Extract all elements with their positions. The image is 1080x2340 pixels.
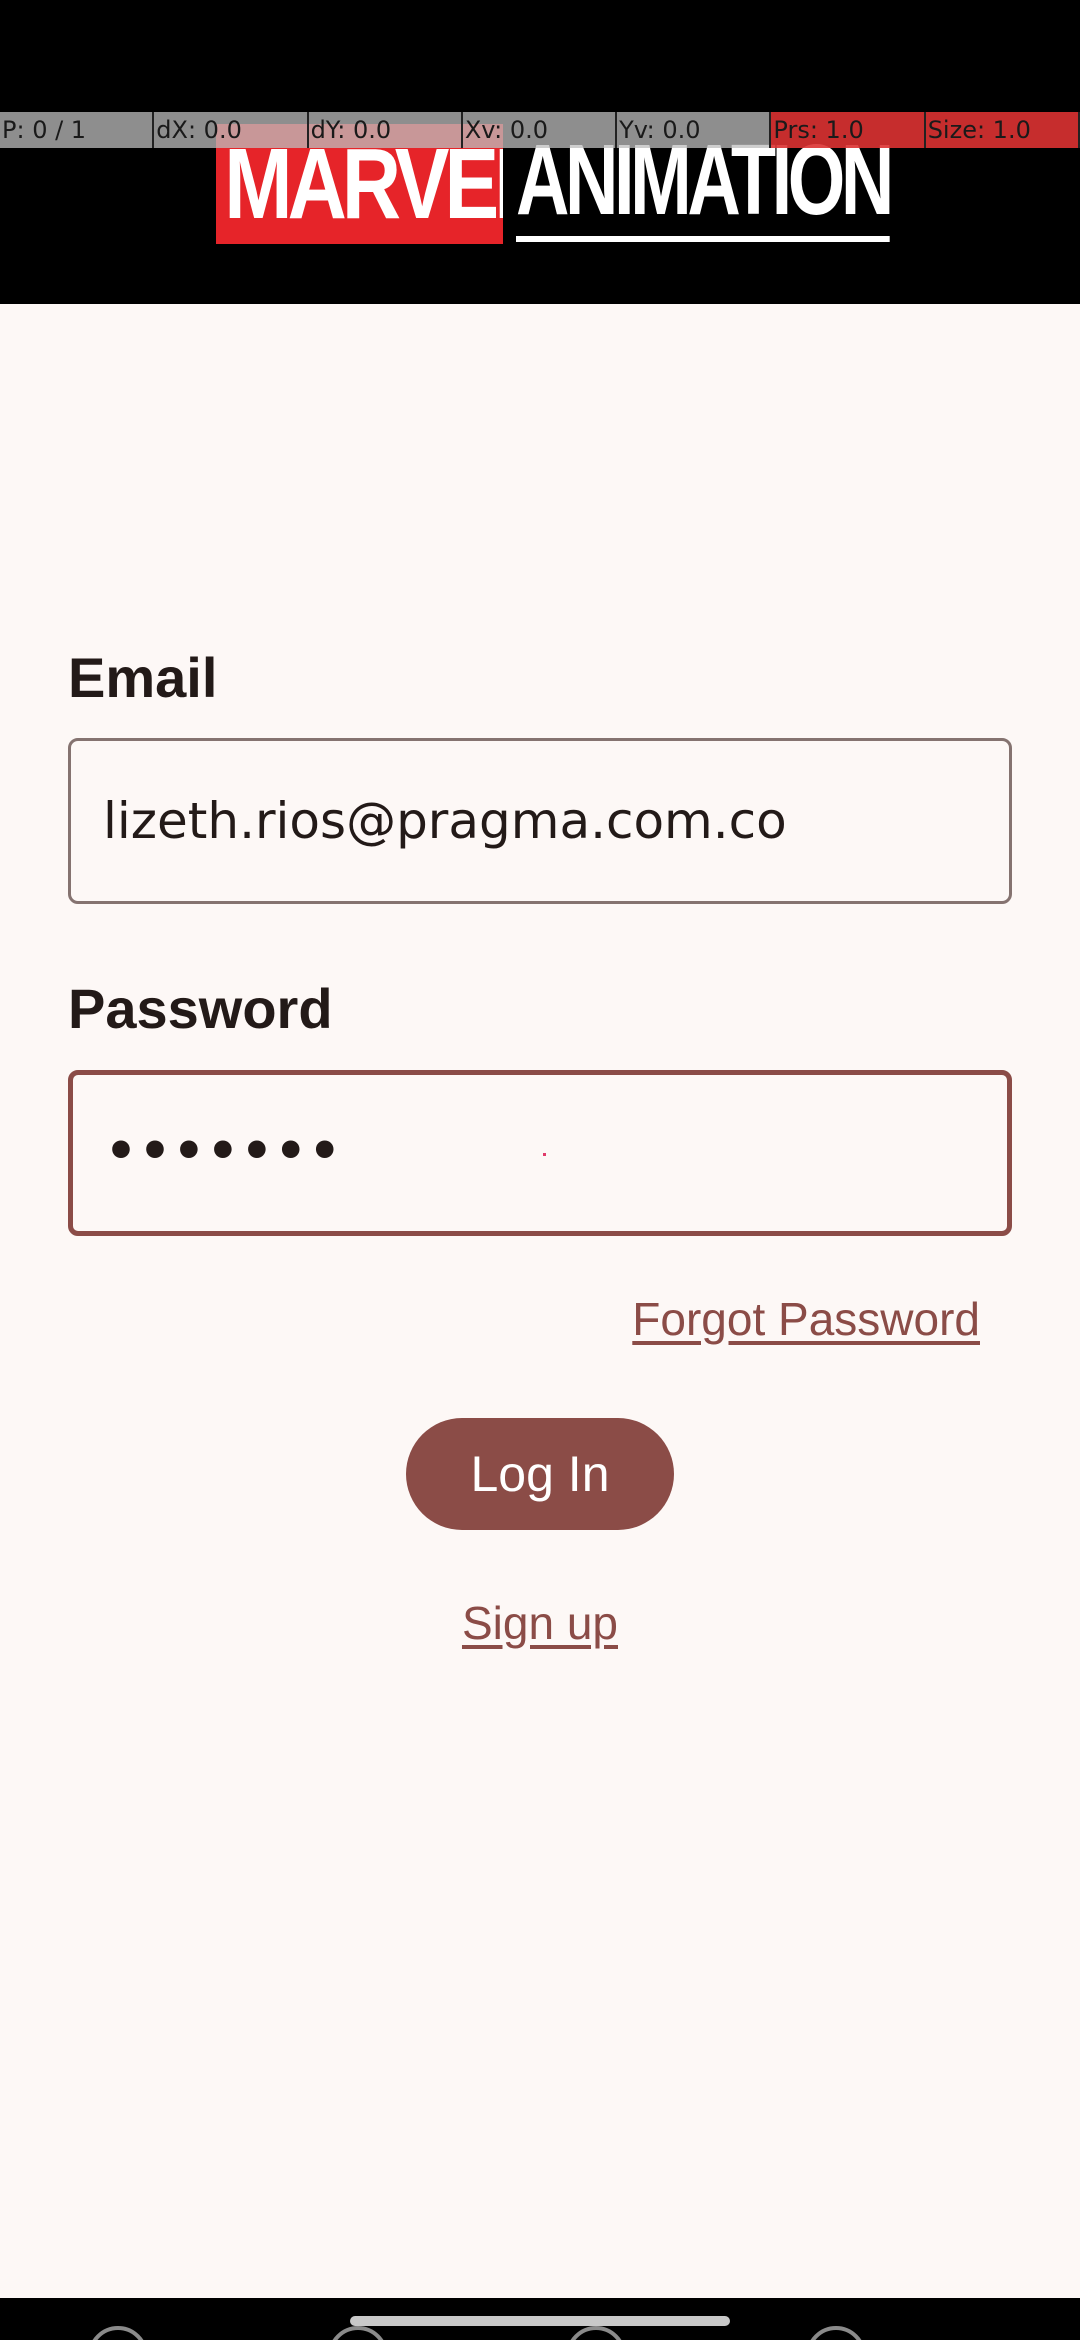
nav-partial-icon — [806, 2326, 866, 2340]
debug-xv: Xv: 0.0 — [462, 112, 618, 148]
home-gesture-handle[interactable] — [350, 2316, 730, 2326]
debug-pressure: Prs: 1.0 — [771, 112, 926, 148]
password-field-value: ••••••• — [105, 1122, 343, 1180]
login-button[interactable]: Log In — [406, 1418, 674, 1530]
email-field[interactable]: lizeth.rios@pragma.com.co — [68, 738, 1012, 904]
debug-dx: dX: 0.0 — [154, 112, 309, 148]
signup-link[interactable]: Sign up — [0, 1596, 1080, 1650]
pointer-location-overlay: P: 0 / 1 dX: 0.0 dY: 0.0 Xv: 0.0 Yv: 0.0… — [0, 112, 1080, 148]
password-field[interactable]: ••••••• — [68, 1070, 1012, 1236]
system-navigation-bar — [0, 2298, 1080, 2340]
password-label: Password — [68, 977, 333, 1040]
email-field-value: lizeth.rios@pragma.com.co — [103, 792, 787, 850]
debug-size: Size: 1.0 — [925, 112, 1080, 148]
touch-point-marker — [543, 1153, 546, 1156]
debug-dy: dY: 0.0 — [308, 112, 463, 148]
nav-partial-icon — [88, 2326, 148, 2340]
debug-yv: Yv: 0.0 — [617, 112, 772, 148]
email-label: Email — [68, 646, 218, 709]
debug-pointer-count: P: 0 / 1 — [0, 112, 155, 148]
forgot-password-link[interactable]: Forgot Password — [632, 1292, 980, 1346]
nav-partial-icon — [328, 2326, 388, 2340]
nav-partial-icon — [566, 2326, 626, 2340]
